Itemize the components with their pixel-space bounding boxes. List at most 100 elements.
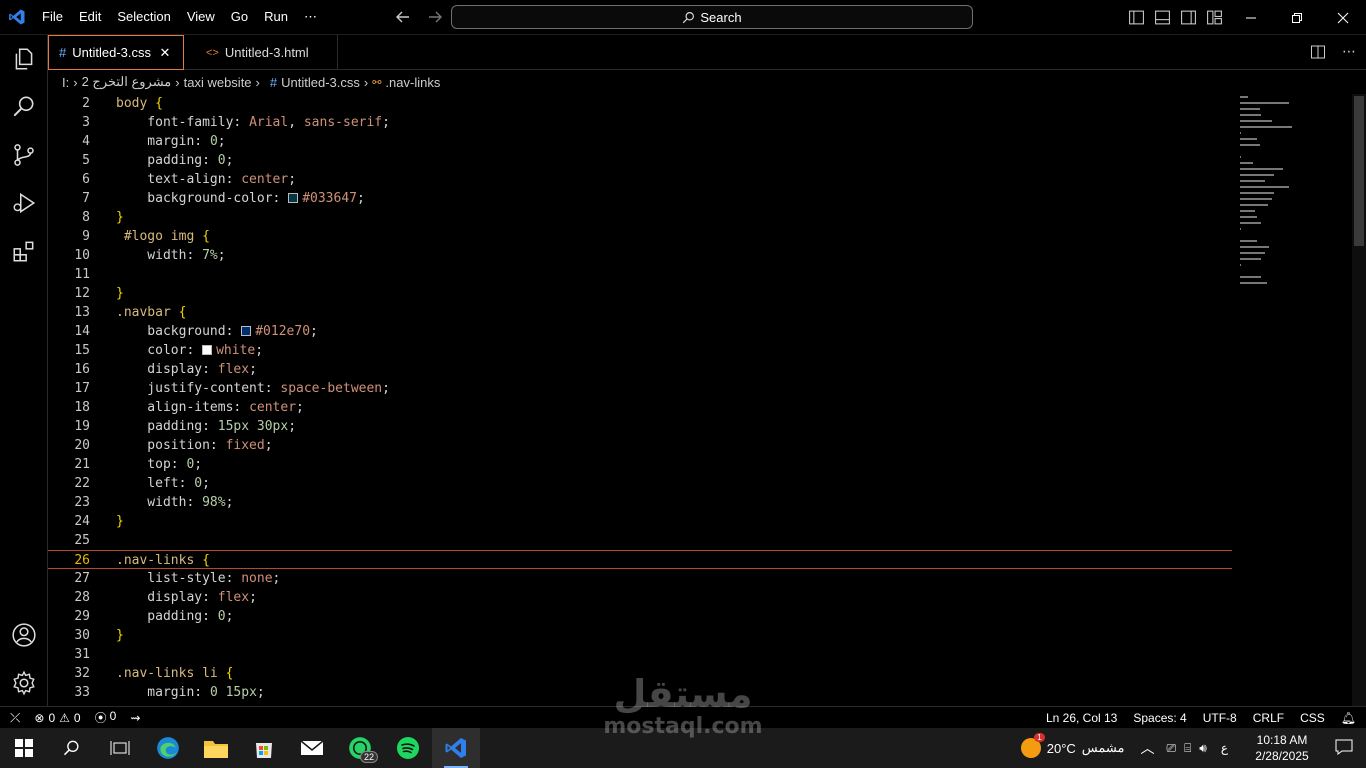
search-sidebar-icon[interactable] bbox=[0, 83, 48, 131]
extensions-icon[interactable] bbox=[0, 227, 48, 275]
code-line[interactable]: 20 position: fixed; bbox=[48, 436, 1352, 455]
code-line[interactable]: 23 width: 98%; bbox=[48, 493, 1352, 512]
taskbar-search-icon[interactable] bbox=[48, 728, 96, 768]
restore-icon[interactable] bbox=[1274, 0, 1320, 35]
close-icon[interactable]: ✕ bbox=[157, 45, 173, 61]
spotify-icon[interactable] bbox=[384, 728, 432, 768]
code-line[interactable]: 29 padding: 0; bbox=[48, 607, 1352, 626]
explorer-icon[interactable] bbox=[0, 35, 48, 83]
color-swatch[interactable] bbox=[202, 345, 213, 355]
encoding[interactable]: UTF-8 bbox=[1203, 711, 1237, 725]
ports-indicator[interactable]: ⦿ 0 bbox=[95, 709, 117, 726]
code-line[interactable]: 26 .nav-links { bbox=[48, 550, 1232, 569]
menu-view[interactable]: View bbox=[179, 5, 223, 29]
code-line[interactable]: 18 align-items: center; bbox=[48, 398, 1352, 417]
tab-untitled-3-html[interactable]: <> Untitled-3.html bbox=[184, 35, 338, 70]
menu-more[interactable]: ⋯ bbox=[296, 5, 325, 29]
back-arrow-icon[interactable] bbox=[392, 6, 414, 28]
code-line[interactable]: 32 .nav-links li { bbox=[48, 664, 1352, 683]
code-line[interactable]: 8} bbox=[48, 208, 1352, 227]
remote-icon[interactable]: ⤫ bbox=[10, 710, 20, 726]
close-window-icon[interactable] bbox=[1320, 0, 1366, 35]
input-language[interactable]: ع bbox=[1221, 741, 1228, 755]
code-line[interactable]: 12} bbox=[48, 284, 1352, 303]
line-ending[interactable]: CRLF bbox=[1253, 711, 1284, 725]
code-line[interactable]: 33 margin: 0 15px; bbox=[48, 683, 1352, 702]
notification-center-icon[interactable] bbox=[1322, 739, 1366, 758]
code-line[interactable]: 3 font-family: Arial, sans-serif; bbox=[48, 113, 1352, 132]
start-windows-icon[interactable] bbox=[0, 728, 48, 768]
color-swatch[interactable] bbox=[241, 326, 252, 336]
toggle-panel-icon[interactable] bbox=[1154, 9, 1171, 26]
code-line[interactable]: 25 bbox=[48, 531, 1352, 550]
cursor-position[interactable]: Ln 26, Col 13 bbox=[1046, 711, 1117, 725]
code-line[interactable]: 2 body { bbox=[48, 94, 1352, 113]
tab-untitled-3-css[interactable]: # Untitled-3.css ✕ bbox=[48, 35, 184, 70]
network-icon[interactable]: ⌸ bbox=[1184, 741, 1191, 756]
split-editor-icon[interactable] bbox=[1310, 44, 1326, 64]
microsoft-store-icon[interactable] bbox=[240, 728, 288, 768]
breadcrumb-file[interactable]: Untitled-3.css bbox=[281, 75, 360, 90]
run-debug-icon[interactable] bbox=[0, 179, 48, 227]
file-explorer-icon[interactable] bbox=[192, 728, 240, 768]
edge-browser-icon[interactable] bbox=[144, 728, 192, 768]
menu-selection[interactable]: Selection bbox=[109, 5, 178, 29]
toggle-secondary-sidebar-icon[interactable] bbox=[1180, 9, 1197, 26]
code-line[interactable]: 21 top: 0; bbox=[48, 455, 1352, 474]
code-line[interactable]: 15 color: white; bbox=[48, 341, 1352, 360]
code-line[interactable]: 16 display: flex; bbox=[48, 360, 1352, 379]
breadcrumb-folder[interactable]: مشروع التخرج 2 bbox=[82, 74, 172, 90]
live-share-icon[interactable]: ⇝ bbox=[130, 711, 140, 725]
minimize-icon[interactable] bbox=[1228, 0, 1274, 35]
code-line[interactable]: 6 text-align: center; bbox=[48, 170, 1352, 189]
code-line[interactable]: 10 width: 7%; bbox=[48, 246, 1352, 265]
gear-icon[interactable] bbox=[0, 659, 48, 707]
source-control-icon[interactable] bbox=[0, 131, 48, 179]
more-actions-icon[interactable]: ⋯ bbox=[1342, 44, 1356, 64]
whatsapp-icon[interactable]: 22 bbox=[336, 728, 384, 768]
command-search-box[interactable]: Search bbox=[451, 5, 973, 29]
breadcrumb-drive[interactable]: I: bbox=[62, 75, 69, 90]
menu-edit[interactable]: Edit bbox=[71, 5, 109, 29]
code-line[interactable]: 24} bbox=[48, 512, 1352, 531]
volume-icon[interactable]: 🔊︎ bbox=[1199, 741, 1207, 756]
code-line[interactable]: 22 left: 0; bbox=[48, 474, 1352, 493]
menu-run[interactable]: Run bbox=[256, 5, 296, 29]
customize-layout-icon[interactable] bbox=[1206, 9, 1223, 26]
breadcrumb-symbol[interactable]: .nav-links bbox=[385, 75, 440, 90]
code-editor[interactable]: 2 body {3 font-family: Arial, sans-serif;… bbox=[48, 94, 1352, 706]
code-line[interactable]: 19 padding: 15px 30px; bbox=[48, 417, 1352, 436]
chevron-up-icon[interactable]: ︿ bbox=[1140, 738, 1154, 758]
code-line[interactable]: 13 .navbar { bbox=[48, 303, 1352, 322]
code-line[interactable]: 17 justify-content: space-between; bbox=[48, 379, 1352, 398]
indentation[interactable]: Spaces: 4 bbox=[1133, 711, 1186, 725]
vscode-taskbar-icon[interactable] bbox=[432, 728, 480, 768]
color-swatch[interactable] bbox=[288, 193, 299, 203]
weather-text[interactable]: مشمس bbox=[1082, 740, 1125, 756]
code-line[interactable]: 11 bbox=[48, 265, 1352, 284]
toggle-primary-sidebar-icon[interactable] bbox=[1128, 9, 1145, 26]
minimap[interactable] bbox=[1238, 94, 1352, 294]
device-icon[interactable]: ⎚ bbox=[1166, 741, 1176, 756]
code-line[interactable]: 7 background-color: #033647; bbox=[48, 189, 1352, 208]
code-line[interactable]: 9 #logo img { bbox=[48, 227, 1352, 246]
weather-sun-icon[interactable]: 1 bbox=[1020, 733, 1045, 758]
clock[interactable]: 10:18 AM 2/28/2025 bbox=[1242, 732, 1322, 764]
language-mode[interactable]: CSS bbox=[1300, 711, 1325, 725]
accounts-icon[interactable] bbox=[0, 611, 48, 659]
menu-file[interactable]: File bbox=[34, 5, 71, 29]
scrollbar-thumb[interactable] bbox=[1354, 96, 1364, 246]
code-line[interactable]: 27 list-style: none; bbox=[48, 569, 1352, 588]
code-line[interactable]: 28 display: flex; bbox=[48, 588, 1352, 607]
problems-indicator[interactable]: ⊗ 0 ⚠ 0 bbox=[34, 711, 80, 725]
menu-go[interactable]: Go bbox=[223, 5, 256, 29]
temperature[interactable]: 20°C bbox=[1047, 741, 1076, 756]
forward-arrow-icon[interactable] bbox=[424, 6, 446, 28]
code-line[interactable]: 4 margin: 0; bbox=[48, 132, 1352, 151]
code-line[interactable]: 30} bbox=[48, 626, 1352, 645]
code-line[interactable]: 5 padding: 0; bbox=[48, 151, 1352, 170]
task-view-icon[interactable] bbox=[96, 728, 144, 768]
code-line[interactable]: 14 background: #012e70; bbox=[48, 322, 1352, 341]
notifications-bell-icon[interactable]: 🔔︎ bbox=[1341, 711, 1356, 725]
mail-icon[interactable] bbox=[288, 728, 336, 768]
